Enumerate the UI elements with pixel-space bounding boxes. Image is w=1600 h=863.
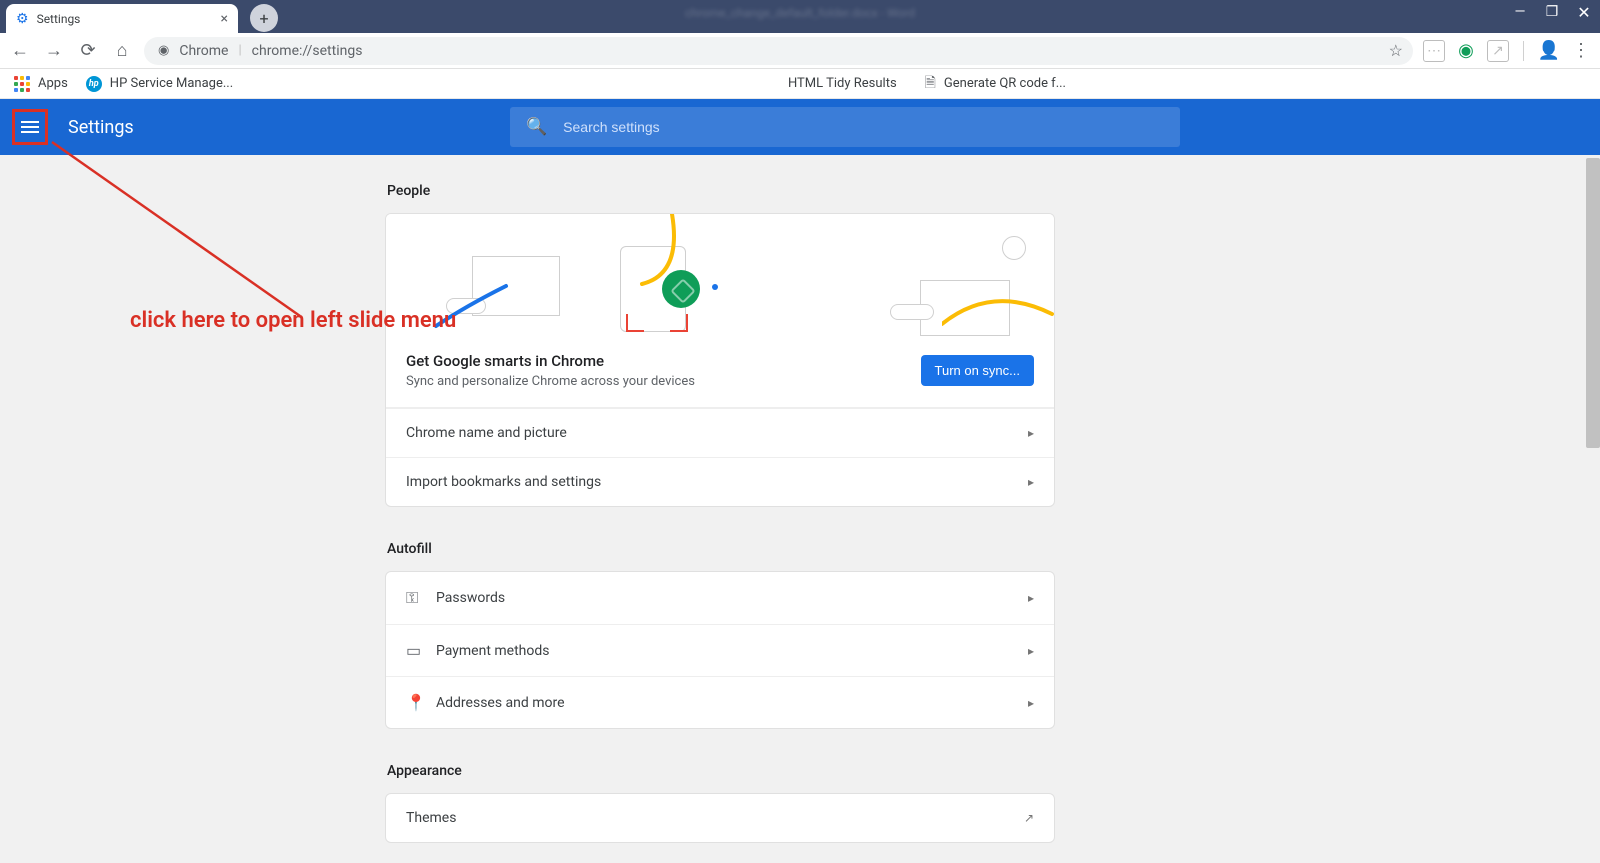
maximize-icon[interactable]: ❐ bbox=[1540, 2, 1564, 22]
reload-icon[interactable]: ⟳ bbox=[76, 39, 100, 63]
row-addresses[interactable]: 📍Addresses and more ▸ bbox=[386, 676, 1054, 728]
annotation-text: click here to open left slide menu bbox=[130, 306, 456, 337]
turn-on-sync-button[interactable]: Turn on sync... bbox=[921, 355, 1035, 386]
key-icon: ⚿ bbox=[406, 588, 436, 608]
bookmark-tidy[interactable]: HTML Tidy Results bbox=[788, 76, 897, 91]
vertical-scrollbar[interactable] bbox=[1586, 158, 1600, 448]
settings-header: Settings 🔍 bbox=[0, 99, 1600, 155]
forward-icon[interactable]: → bbox=[42, 39, 66, 63]
hp-icon: hp bbox=[86, 76, 102, 92]
row-label-text: Addresses and more bbox=[436, 695, 565, 711]
appearance-card: Themes ↗ bbox=[385, 793, 1055, 843]
sync-subtitle: Sync and personalize Chrome across your … bbox=[406, 374, 695, 389]
omnibox-origin: Chrome bbox=[179, 43, 228, 59]
row-themes[interactable]: Themes ↗ bbox=[386, 794, 1054, 842]
section-title-people: People bbox=[387, 183, 1055, 199]
hamburger-menu-icon[interactable] bbox=[21, 121, 39, 133]
chevron-right-icon: ▸ bbox=[1028, 426, 1034, 440]
search-icon: 🔍 bbox=[526, 117, 547, 137]
window-titlebar: ⚙ Settings × + chrome_change_default_fol… bbox=[0, 0, 1600, 33]
new-tab-button[interactable]: + bbox=[250, 4, 278, 32]
browser-tab[interactable]: ⚙ Settings × bbox=[6, 4, 238, 33]
chevron-right-icon: ▸ bbox=[1028, 644, 1034, 658]
row-passwords[interactable]: ⚿Passwords ▸ bbox=[386, 572, 1054, 624]
autofill-card: ⚿Passwords ▸ ▭Payment methods ▸ 📍Address… bbox=[385, 571, 1055, 729]
gear-icon: ⚙ bbox=[16, 11, 29, 27]
tab-title: Settings bbox=[37, 12, 213, 26]
home-icon[interactable]: ⌂ bbox=[110, 39, 134, 63]
row-payment-methods[interactable]: ▭Payment methods ▸ bbox=[386, 624, 1054, 676]
row-label: Import bookmarks and settings bbox=[406, 474, 601, 490]
window-controls: — ❐ ✕ bbox=[1508, 2, 1596, 22]
row-label: Chrome name and picture bbox=[406, 425, 567, 441]
extension-icon-2[interactable]: ↗ bbox=[1487, 40, 1509, 62]
close-window-icon[interactable]: ✕ bbox=[1572, 2, 1596, 22]
extension-icon-1[interactable]: ⋯ bbox=[1423, 40, 1445, 62]
sync-illustration bbox=[386, 214, 1054, 338]
menu-highlight-box bbox=[12, 109, 48, 145]
card-icon: ▭ bbox=[406, 641, 436, 660]
apps-grid-icon bbox=[14, 76, 30, 92]
toolbar-separator bbox=[1523, 41, 1524, 61]
search-settings-box[interactable]: 🔍 bbox=[510, 107, 1180, 147]
chevron-right-icon: ▸ bbox=[1028, 696, 1034, 710]
chevron-right-icon: ▸ bbox=[1028, 591, 1034, 605]
apps-label: Apps bbox=[38, 76, 68, 91]
row-label-text: Payment methods bbox=[436, 643, 549, 659]
window-title-blurred: chrome_change_default_folder.docx - Word bbox=[685, 6, 915, 20]
grammarly-icon[interactable]: ◉ bbox=[1455, 40, 1477, 62]
row-label-text: Passwords bbox=[436, 590, 505, 606]
omnibox-separator: | bbox=[238, 43, 241, 58]
omnibox[interactable]: ◉ Chrome | chrome://settings bbox=[144, 37, 1413, 65]
site-info-icon[interactable]: ◉ bbox=[158, 43, 169, 58]
bookmark-qr[interactable]: Generate QR code f... bbox=[944, 76, 1066, 91]
row-import-bookmarks[interactable]: Import bookmarks and settings ▸ bbox=[386, 457, 1054, 506]
minimize-icon[interactable]: — bbox=[1508, 2, 1532, 22]
bookmarks-bar: Apps hp HP Service Manage... HTML Tidy R… bbox=[0, 69, 1600, 99]
bookmark-hp[interactable]: hp HP Service Manage... bbox=[86, 76, 233, 92]
close-tab-icon[interactable]: × bbox=[221, 11, 228, 27]
bookmark-hp-label: HP Service Manage... bbox=[110, 76, 233, 91]
sync-promo-row: Get Google smarts in Chrome Sync and per… bbox=[386, 338, 1054, 408]
section-title-autofill: Autofill bbox=[387, 541, 1055, 557]
chevron-right-icon: ▸ bbox=[1028, 475, 1034, 489]
back-icon[interactable]: ← bbox=[8, 39, 32, 63]
open-external-icon: ↗ bbox=[1024, 811, 1034, 825]
section-title-appearance: Appearance bbox=[387, 763, 1055, 779]
kebab-menu-icon[interactable]: ⋮ bbox=[1570, 40, 1592, 62]
location-pin-icon: 📍 bbox=[406, 693, 436, 712]
settings-content: People Get Google smarts in Chrome bbox=[0, 155, 1600, 863]
omnibox-url: chrome://settings bbox=[252, 43, 363, 59]
row-label: Themes bbox=[406, 810, 456, 826]
profile-icon[interactable]: 👤 bbox=[1538, 40, 1560, 62]
address-bar: ← → ⟳ ⌂ ◉ Chrome | chrome://settings ☆ ⋯… bbox=[0, 33, 1600, 69]
search-settings-input[interactable] bbox=[563, 119, 1164, 135]
bookmark-star-icon[interactable]: ☆ bbox=[1389, 41, 1403, 60]
people-card: Get Google smarts in Chrome Sync and per… bbox=[385, 213, 1055, 507]
apps-shortcut[interactable]: Apps bbox=[14, 76, 68, 92]
sync-title: Get Google smarts in Chrome bbox=[406, 352, 695, 370]
document-icon: 🗎 bbox=[925, 72, 936, 96]
row-chrome-name[interactable]: Chrome name and picture ▸ bbox=[386, 408, 1054, 457]
page-title: Settings bbox=[68, 117, 134, 138]
